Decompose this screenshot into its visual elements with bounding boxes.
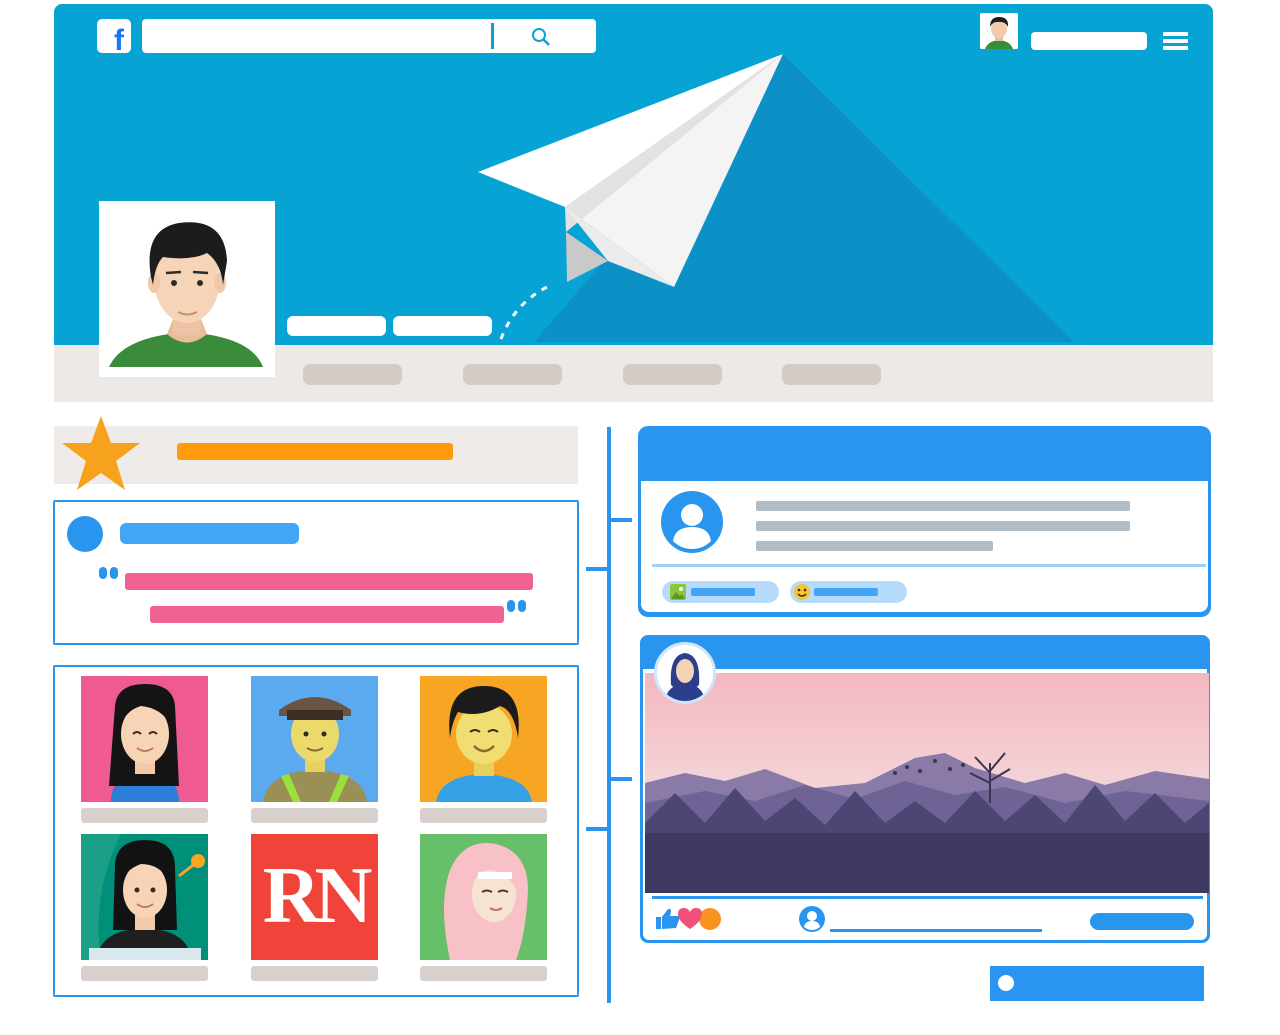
friend-caption-2[interactable] [251, 808, 378, 823]
photo-post-divider [652, 896, 1203, 899]
timeline-tick-4 [586, 827, 607, 831]
logo-letter: f [114, 24, 124, 53]
reactions[interactable] [654, 905, 724, 933]
avatar-man-icon [980, 13, 1018, 49]
mountain-landscape-image[interactable] [645, 673, 1209, 893]
friend-avatar-3[interactable] [420, 676, 547, 802]
quote-close-icon [507, 600, 526, 612]
composer-line-3 [756, 541, 993, 551]
quote-card [53, 500, 579, 645]
profile-tab-2[interactable] [463, 364, 562, 385]
toggle-knob [998, 975, 1014, 991]
profile-photo[interactable] [99, 201, 275, 377]
quote-open-icon [99, 567, 118, 579]
friend-avatar-5[interactable]: RN [251, 834, 378, 960]
timeline-line [607, 427, 611, 1003]
timeline-tick-2 [586, 567, 607, 571]
user-placeholder-icon[interactable] [661, 491, 723, 553]
search-icon[interactable] [531, 27, 551, 47]
emoji-action-button[interactable] [790, 581, 907, 603]
profile-tab-3[interactable] [623, 364, 722, 385]
emoji-icon [794, 584, 810, 600]
quote-author-avatar[interactable] [67, 516, 103, 552]
commenter-avatar-icon [799, 906, 825, 932]
account-avatar[interactable] [980, 13, 1018, 49]
featured-title-bar [177, 443, 453, 460]
friend-caption-5[interactable] [251, 966, 378, 981]
star-icon [62, 416, 140, 490]
composer-line-2 [756, 521, 1130, 531]
profile-name [287, 316, 386, 336]
friend-caption-1[interactable] [81, 808, 208, 823]
share-button[interactable] [1090, 913, 1194, 930]
footer-toggle[interactable] [990, 966, 1204, 1001]
comment-input[interactable] [830, 929, 1042, 932]
friend-avatar-6[interactable] [420, 834, 547, 960]
friend-avatar-2[interactable] [251, 676, 378, 802]
quote-author-name[interactable] [120, 523, 299, 544]
account-name[interactable] [1031, 32, 1147, 50]
profile-subtitle [393, 316, 492, 336]
woman-hijab-avatar [665, 653, 705, 701]
like-icon [656, 908, 721, 930]
hamburger-menu-icon[interactable] [1163, 32, 1188, 50]
emoji-action-label [814, 588, 878, 596]
post-author-avatar[interactable] [654, 642, 716, 704]
photo-action-button[interactable] [662, 581, 779, 603]
photo-action-label [691, 588, 755, 596]
search-bar[interactable] [142, 19, 596, 53]
text-cursor [491, 23, 494, 49]
friend-avatar-4[interactable] [81, 834, 208, 960]
quote-line-2 [150, 606, 504, 623]
timeline-tick-1 [611, 518, 632, 522]
profile-avatar [109, 222, 263, 367]
composer-line-1 [756, 501, 1130, 511]
profile-tab-4[interactable] [782, 364, 881, 385]
friend-caption-4[interactable] [81, 966, 208, 981]
profile-tab-1[interactable] [303, 364, 402, 385]
friend-caption-6[interactable] [420, 966, 547, 981]
rn-logo-text: RN [262, 852, 373, 940]
quote-line-1 [125, 573, 533, 590]
friend-avatar-1[interactable] [81, 676, 208, 802]
facebook-logo[interactable]: f [97, 19, 131, 53]
photo-icon [670, 584, 686, 600]
friend-caption-3[interactable] [420, 808, 547, 823]
composer-divider [652, 564, 1206, 567]
timeline-tick-3 [611, 777, 632, 781]
